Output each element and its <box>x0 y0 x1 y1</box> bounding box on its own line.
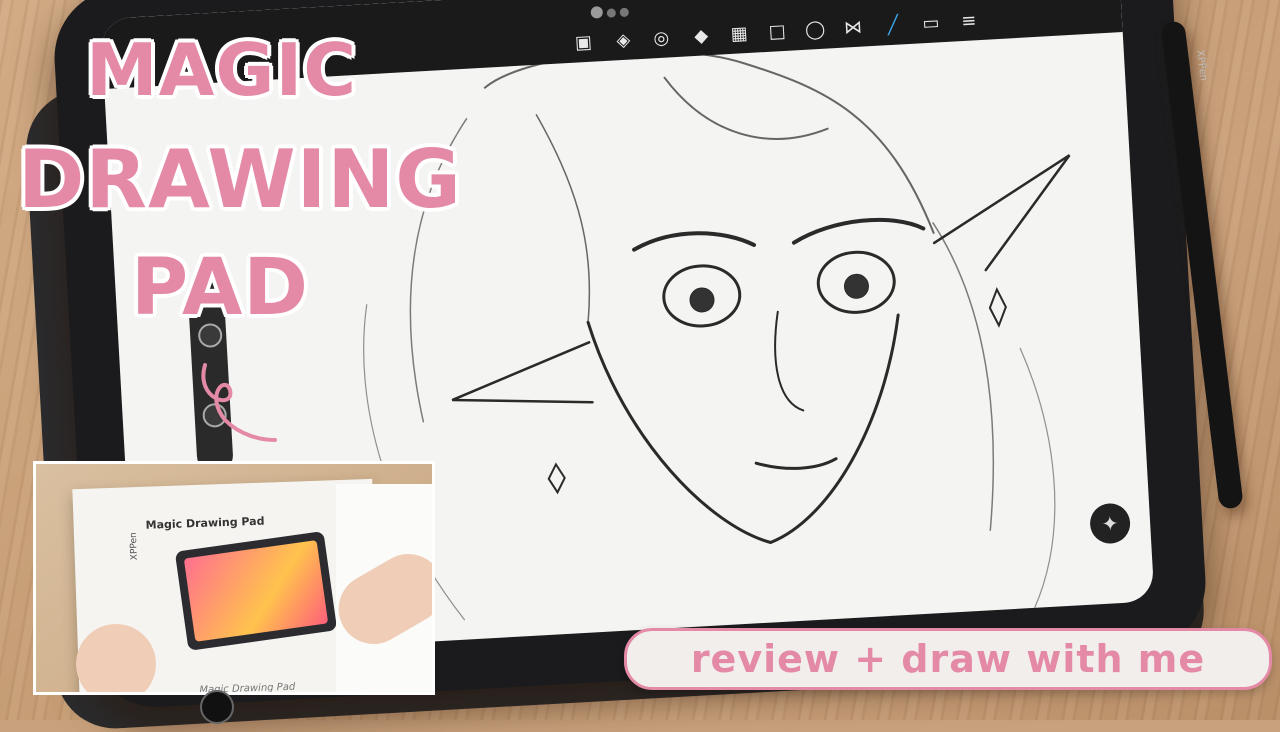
square-icon[interactable]: □ <box>766 21 789 44</box>
unboxing-inset-photo: Magic Drawing Pad XPPen Magic Drawing Pa… <box>33 461 435 695</box>
box-brand: XPPen <box>128 532 140 561</box>
box-tablet-screen <box>183 540 329 642</box>
speech-icon[interactable]: ◯ <box>804 19 827 42</box>
layers-icon[interactable]: ≡ <box>957 10 980 33</box>
subtitle-banner: review + draw with me <box>624 628 1272 690</box>
save-icon[interactable]: ▣ <box>572 32 595 55</box>
fill-icon[interactable]: ◈ <box>612 29 635 52</box>
symmetry-icon[interactable]: ⋈ <box>841 16 864 39</box>
title-line-2: DRAWING <box>18 133 462 226</box>
brush-icon[interactable]: ╱ <box>881 14 904 37</box>
page-indicator-dots <box>590 1 633 22</box>
home-button <box>200 690 234 724</box>
grid-icon[interactable]: ▦ <box>728 23 751 46</box>
box-tablet-image <box>174 531 338 651</box>
swirl-decoration <box>201 363 277 442</box>
eraser-icon[interactable]: ▭ <box>919 12 942 35</box>
title-line-1: MAGIC <box>86 28 358 112</box>
title-line-3: PAD <box>130 243 310 333</box>
box-title: Magic Drawing Pad <box>145 514 265 532</box>
lasso-icon[interactable]: ◎ <box>650 27 673 50</box>
drop-icon[interactable]: ◆ <box>690 25 713 48</box>
